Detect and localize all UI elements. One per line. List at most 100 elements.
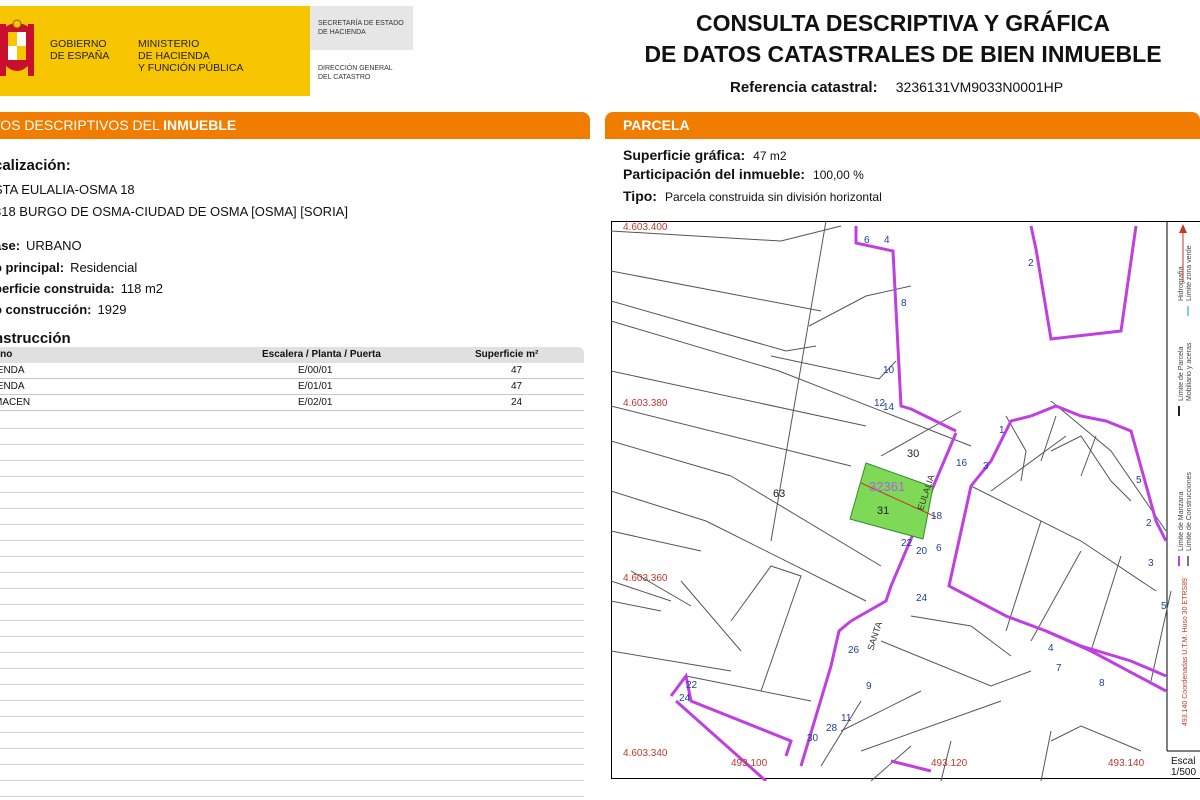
map-number: 5 — [1136, 475, 1142, 486]
map-number: 14 — [883, 402, 895, 413]
superficie-row: perficie construida: 118 m2 — [0, 281, 163, 296]
section-bar-bold: INMUEBLE — [163, 117, 237, 133]
secretaria-text: SECRETARÍA DE ESTADO DE HACIENDA — [310, 6, 413, 50]
cell-escalera: E/02/01 — [298, 397, 333, 408]
map-number: 6 — [936, 543, 942, 554]
parcela-bar-text: PARCELA — [623, 117, 690, 133]
map-number: 2 — [1028, 258, 1034, 269]
superficie-grafica-row: Superficie gráfica: 47 m2 — [623, 147, 787, 163]
superficie-label: perficie construida: — [0, 281, 115, 296]
superficie-grafica-label: Superficie gráfica: — [623, 147, 746, 163]
map-number: 28 — [826, 723, 838, 734]
parcel-num-label: 31 — [877, 505, 889, 517]
direccion-text: DIRECCIÓN GENERAL DEL CATASTRO — [318, 65, 393, 81]
tipo-row: Tipo: Parcela construida sin división hor… — [623, 188, 882, 204]
cell-destino: IENDA — [0, 365, 25, 376]
coat-of-arms-icon — [0, 19, 34, 76]
section-bar-datos-descriptivos: TOS DESCRIPTIVOS DEL INMUEBLE — [0, 112, 590, 139]
map-number: 11 — [841, 713, 852, 724]
cell-superficie: 24 — [511, 397, 523, 408]
legend-parcela: Límite de Parcela — [1178, 346, 1185, 401]
clase-label: ase: — [0, 238, 21, 253]
map-number: 9 — [866, 681, 872, 692]
map-number: 63 — [773, 488, 785, 500]
map-number: 1 — [999, 425, 1005, 436]
legend-manzana: Límite de Manzana — [1178, 491, 1185, 551]
ano-label: o construcción: — [0, 302, 92, 317]
address-line-1: STA EULALIA-OSMA 18 — [0, 182, 135, 197]
parcel-ref-label: 32361 — [869, 479, 905, 494]
empty-table-lines — [0, 413, 584, 800]
section-bar-parcela: PARCELA — [605, 112, 1200, 139]
clase-value: URBANO — [26, 238, 82, 253]
coord-y: 4.603.380 — [623, 398, 668, 409]
scale-label: Escal — [1171, 756, 1195, 767]
col-destino: tino — [0, 349, 13, 360]
legend-construcciones: Límite de Construcciones — [1186, 472, 1193, 551]
table-header: tino Escalera / Planta / Puerta Superfic… — [0, 347, 584, 363]
participacion-value: 100,00 % — [813, 168, 864, 182]
referencia-catastral: Referencia catastral: 3236131VM9033N0001… — [730, 79, 1063, 96]
map-number: 3 — [1148, 558, 1154, 569]
coord-x: 493.120 — [931, 758, 968, 769]
map-number: 10 — [883, 365, 895, 376]
map-number: 30 — [907, 448, 919, 460]
cell-superficie: 47 — [511, 365, 523, 376]
legend-coordinates: 493.140 Coordenadas U.T.M. Huso 30 ETRS8… — [1182, 578, 1189, 726]
map-number: 30 — [807, 733, 819, 744]
referencia-label: Referencia catastral: — [730, 79, 878, 96]
gobierno-logo: GOBIERNO DE ESPAÑA MINISTERIO DE HACIEND… — [0, 6, 310, 96]
map-number: 20 — [916, 546, 928, 557]
construccion-table: tino Escalera / Planta / Puerta Superfic… — [0, 347, 584, 411]
participacion-row: Participación del inmueble: 100,00 % — [623, 166, 864, 182]
map-number: 24 — [679, 693, 691, 704]
cell-superficie: 47 — [511, 381, 523, 392]
tipo-label: Tipo: — [623, 188, 657, 204]
cell-escalera: E/01/01 — [298, 381, 333, 392]
table-row: IENDA E/00/01 47 — [0, 363, 584, 379]
col-escalera: Escalera / Planta / Puerta — [262, 349, 381, 360]
coord-y: 4.603.400 — [623, 222, 668, 233]
scale-value: 1/500 — [1171, 767, 1196, 778]
uso-row: o principal: Residencial — [0, 260, 137, 275]
map-number: 2 — [1146, 518, 1152, 529]
map-number: 18 — [931, 511, 943, 522]
map-number: 16 — [956, 458, 968, 469]
superficie-value: 118 m2 — [120, 281, 164, 296]
map-number: 6 — [864, 235, 870, 246]
legend-hidrografia: Hidrografía — [1178, 266, 1185, 301]
construccion-heading: nstrucción — [0, 330, 71, 347]
map-number: 8 — [901, 298, 907, 309]
gobierno-text: GOBIERNO DE ESPAÑA — [50, 38, 110, 62]
map-number: 22 — [901, 538, 913, 549]
col-superficie: Superficie m² — [475, 349, 539, 360]
map-number: 4 — [1048, 643, 1054, 654]
map-number: 4 — [884, 235, 890, 246]
coord-x: 493.100 — [731, 758, 768, 769]
table-row: IENDA E/01/01 47 — [0, 379, 584, 395]
table-row: MACEN E/02/01 24 — [0, 395, 584, 411]
clase-row: ase: URBANO — [0, 238, 82, 253]
section-bar-text: TOS DESCRIPTIVOS DEL — [0, 117, 164, 133]
legend-zona-verde: Límite zona verde — [1186, 245, 1193, 301]
tipo-value: Parcela construida sin división horizont… — [664, 190, 882, 204]
page-title: CONSULTA DESCRIPTIVA Y GRÁFICA DE DATOS … — [644, 10, 1162, 67]
ano-value: 1929 — [97, 302, 127, 317]
cadastral-map: 32361 31 6 4 2 8 10 12 14 30 16 63 18 20… — [611, 221, 1200, 781]
superficie-grafica-value: 47 m2 — [753, 149, 787, 163]
legend-mobiliario: Mobiliario y aceras — [1186, 342, 1193, 401]
map-number: 5 — [1161, 601, 1167, 612]
cell-escalera: E/00/01 — [298, 365, 333, 376]
secretaria-block: SECRETARÍA DE ESTADO DE HACIENDA DIRECCI… — [310, 6, 413, 96]
ano-row: o construcción: 1929 — [0, 302, 126, 317]
ministerio-text: MINISTERIO DE HACIENDA Y FUNCIÓN PÚBLICA — [138, 38, 244, 74]
map-number: 22 — [686, 680, 698, 691]
map-number: 8 — [1099, 678, 1105, 689]
map-number: 3 — [983, 461, 989, 472]
uso-label: o principal: — [0, 260, 65, 275]
participacion-label: Participación del inmueble: — [623, 166, 806, 182]
cell-destino: IENDA — [0, 381, 25, 392]
map-number: 26 — [848, 645, 860, 656]
coord-x: 493.140 — [1108, 758, 1145, 769]
address-line-2: 318 BURGO DE OSMA-CIUDAD DE OSMA [OSMA] … — [0, 204, 348, 219]
